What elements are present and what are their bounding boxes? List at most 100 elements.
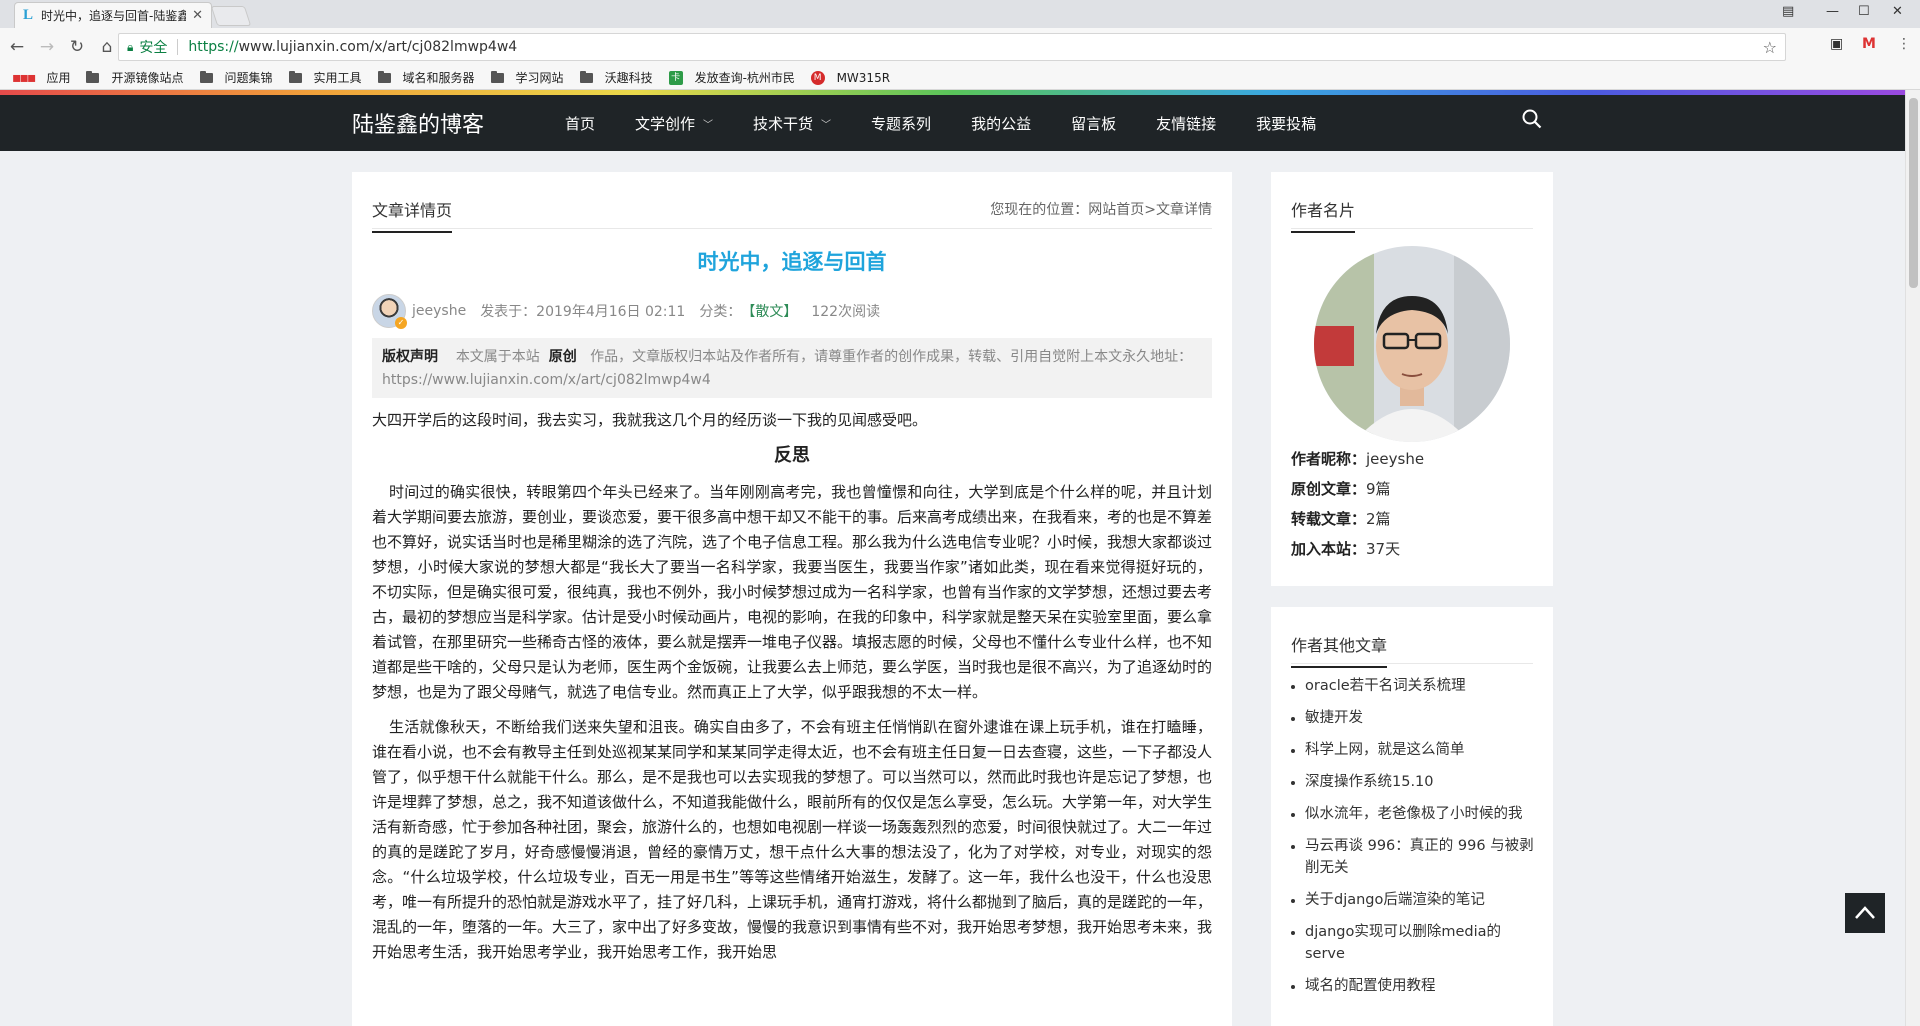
apps-icon: ▪▪▪ — [12, 69, 37, 86]
bookmark-label: MW315R — [836, 70, 891, 85]
bookmark-folder[interactable]: 域名和服务器 — [377, 69, 475, 86]
back-icon[interactable]: ← — [4, 37, 30, 57]
list-item[interactable]: oracle若干名词关系梳理 — [1291, 675, 1536, 697]
breadcrumb-separator: > — [1144, 202, 1156, 218]
author-nickname-row: 作者昵称：jeeyshe — [1291, 450, 1425, 468]
list-item[interactable]: 敏捷开发 — [1291, 707, 1536, 729]
article-title: 时光中，追逐与回首 — [697, 250, 887, 274]
list-item[interactable]: 似水流年，老爸像极了小时候的我 — [1291, 803, 1536, 825]
secure-label: 安全 — [139, 40, 168, 56]
back-to-top-button[interactable] — [1845, 893, 1885, 933]
nav-item[interactable]: 文学创作 ﹀ — [635, 113, 713, 134]
folder-icon — [579, 70, 593, 83]
article-intro: 大四开学后的这段时间，我去实习，我就我这几个月的经历谈一下我的见闻感受吧。 — [372, 411, 928, 429]
site-favicon-icon: L — [23, 7, 34, 23]
site-logo[interactable]: 陆鉴鑫的博客 — [352, 107, 484, 139]
bookmark-folder[interactable]: 沃趣科技 — [579, 69, 653, 86]
nav-item[interactable]: 专题系列 — [871, 113, 931, 134]
copyright-label: 版权声明 — [382, 349, 438, 365]
folder-icon — [86, 70, 100, 83]
chevron-down-icon: ﹀ — [703, 119, 714, 131]
nav-item[interactable]: 首页 — [565, 113, 595, 134]
scrollbar-thumb[interactable] — [1909, 98, 1918, 288]
url-scheme: https:// — [188, 39, 239, 55]
copyright-text: 作品，文章版权归本站及作者所有，请尊重作者的创作成果，转载、引用自觉附上本文永久… — [590, 349, 1193, 365]
article-card: 文章详情页 您现在的位置：网站首页>文章详情 时光中，追逐与回首 jeeyshe… — [352, 172, 1232, 1026]
red-m-icon: M — [810, 70, 825, 85]
nav-item[interactable]: 友情链接 — [1156, 113, 1216, 134]
address-toolbar: ← → ↻ ⌂ 🔒︎ 安全 https:// www.lujianxin.com… — [0, 28, 1920, 66]
home-icon[interactable]: ⌂ — [94, 37, 120, 57]
author-original-row: 原创文章：9篇 — [1291, 480, 1391, 498]
green-site-icon: 卡 — [668, 70, 683, 85]
nav-item[interactable]: 留言板 — [1071, 113, 1116, 134]
bookmarks-bar: ▪▪▪ 应用 开源镜像站点 问题集锦 实用工具 域名和服务器 学习网站 沃趣科技… — [0, 66, 1920, 90]
category-link[interactable]: 【散文】 — [741, 301, 797, 321]
chevron-down-icon: ﹀ — [821, 119, 832, 131]
copyright-notice: 版权声明 本文属于本站 原创 作品，文章版权归本站及作者所有，请尊重作者的创作成… — [372, 338, 1212, 398]
bookmark-label: 学习网站 — [515, 71, 564, 85]
list-item[interactable]: 域名的配置使用教程 — [1291, 975, 1536, 997]
publish-date: 发表于：2019年4月16日 02:11 — [480, 304, 686, 320]
other-articles-list: oracle若干名词关系梳理 敏捷开发 科学上网，就是这么简单 深度操作系统15… — [1291, 675, 1536, 1007]
chevron-up-icon — [1855, 906, 1875, 919]
breadcrumb-prefix: 您现在的位置： — [990, 202, 1089, 218]
profile-icon[interactable]: ▤ — [1782, 4, 1794, 19]
forward-icon[interactable]: → — [34, 37, 60, 57]
author-info: 作者昵称：jeeyshe 原创文章：9篇 转载文章：2篇 加入本站：37天 — [1291, 444, 1424, 564]
author-card: 作者名片 作者昵称：jeeyshe 原创文章：9篇 转载文章：2篇 加入本站：3… — [1271, 172, 1553, 586]
maximize-icon[interactable]: ☐ — [1858, 4, 1870, 19]
bookmark-label: 开源镜像站点 — [111, 71, 184, 85]
gmail-icon[interactable]: M — [1862, 36, 1876, 52]
bookmark-label: 问题集锦 — [224, 71, 273, 85]
author-card-label: 作者名片 — [1291, 197, 1356, 233]
bookmark-folder[interactable]: 学习网站 — [490, 69, 564, 86]
breadcrumb: 您现在的位置：网站首页>文章详情 — [990, 199, 1212, 219]
breadcrumb-home-link[interactable]: 网站首页 — [1088, 202, 1144, 218]
author-reprint-row: 转载文章：2篇 — [1291, 510, 1391, 528]
author-name[interactable]: jeeyshe — [412, 303, 466, 319]
reload-icon[interactable]: ↻ — [64, 37, 90, 57]
nav-item[interactable]: 我的公益 — [971, 113, 1031, 134]
minimize-icon[interactable]: — — [1826, 4, 1839, 19]
url-bar[interactable]: 🔒︎ 安全 https:// www.lujianxin.com/x/art/c… — [118, 33, 1786, 61]
copyright-url[interactable]: https://www.lujianxin.com/x/art/cj082lmw… — [382, 372, 711, 388]
bookmark-link[interactable]: M MW315R — [810, 70, 891, 85]
nav-item[interactable]: 技术干货 ﹀ — [753, 113, 831, 134]
list-item[interactable]: django实现可以删除media的serve — [1291, 921, 1536, 965]
window-close-icon[interactable]: ✕ — [1892, 4, 1903, 19]
author-avatar[interactable] — [372, 294, 407, 329]
article-card-header: 文章详情页 您现在的位置：网站首页>文章详情 — [372, 197, 1212, 233]
tab-close-icon[interactable]: ✕ — [192, 8, 203, 23]
site-header: 陆鉴鑫的博客 首页 文学创作 ﹀ 技术干货 ﹀ 专题系列 我的公益 留言板 友情链接… — [0, 95, 1905, 151]
bookmark-apps[interactable]: ▪▪▪ 应用 — [12, 69, 70, 86]
folder-icon — [490, 70, 504, 83]
browser-tab[interactable]: L 时光中，追逐与回首-陆鉴鑫的博客 ✕ — [14, 2, 212, 28]
folder-icon — [199, 70, 213, 83]
menu-icon[interactable]: ⋮ — [1897, 36, 1911, 52]
article-body: 大四开学后的这段时间，我去实习，我就我这几个月的经历谈一下我的见闻感受吧。 反思… — [372, 408, 1212, 975]
bookmark-star-icon[interactable]: ☆ — [1763, 38, 1777, 57]
bookmark-label: 应用 — [46, 71, 71, 85]
nav-item[interactable]: 我要投稿 — [1256, 113, 1316, 134]
list-item[interactable]: 深度操作系统15.10 — [1291, 771, 1536, 793]
bookmark-folder[interactable]: 开源镜像站点 — [86, 69, 184, 86]
lock-icon: 🔒︎ — [127, 39, 134, 54]
section-label: 文章详情页 — [372, 197, 453, 233]
new-tab-button[interactable] — [210, 6, 252, 26]
list-item[interactable]: 科学上网，就是这么简单 — [1291, 739, 1536, 761]
search-icon[interactable] — [1522, 109, 1542, 129]
bookmark-folder[interactable]: 实用工具 — [288, 69, 362, 86]
list-item[interactable]: 马云再谈 996：真正的 996 与被剥削无关 — [1291, 835, 1536, 879]
author-joined-row: 加入本站：37天 — [1291, 540, 1401, 558]
article-paragraph: 时间过的确实很快，转眼第四个年头已经来了。当年刚刚高考完，我也曾憧憬和向往，大学… — [372, 483, 1213, 701]
bookmark-link[interactable]: 卡 发放查询-杭州市民卡 — [668, 69, 795, 86]
author-photo — [1314, 246, 1510, 442]
copyright-original: 原创 — [548, 349, 577, 365]
read-count: 122次阅读 — [811, 304, 881, 320]
page-scrollbar[interactable] — [1905, 90, 1920, 1026]
list-item[interactable]: 关于django后端渲染的笔记 — [1291, 889, 1536, 911]
bookmark-folder[interactable]: 问题集锦 — [199, 69, 273, 86]
breadcrumb-current: 文章详情 — [1156, 202, 1212, 218]
extension-icon[interactable]: ▣ — [1830, 36, 1843, 52]
